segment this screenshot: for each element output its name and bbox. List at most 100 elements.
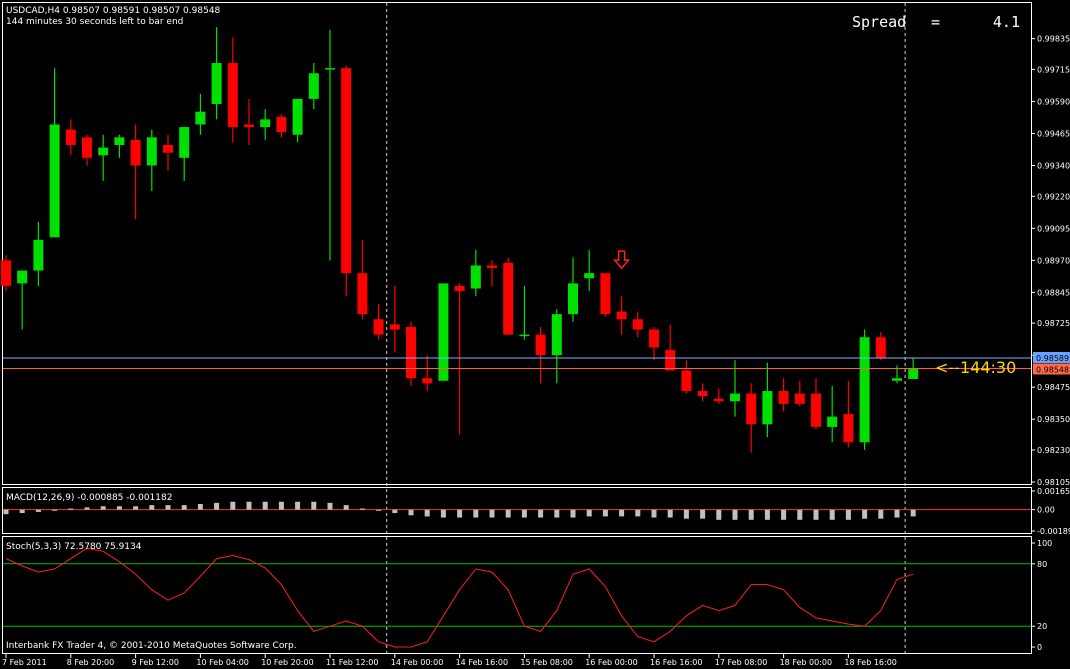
candle-body [697,391,708,397]
macd-bar [813,509,819,520]
macd-bar [359,508,365,510]
candle-body [325,68,335,70]
price-tick-label: 0.99220 [1037,192,1070,201]
macd-bar [343,505,349,510]
time-tick-label: 9 Feb 12:00 [132,658,179,667]
candle-body [811,393,821,427]
candle-body [827,416,838,427]
macd-histogram [3,501,1031,520]
macd-bar [440,509,446,518]
candle-body [487,265,497,269]
stoch-tick-label: 100 [1037,539,1052,548]
candle-body [892,378,902,381]
macd-bar [538,509,544,518]
macd-bar [116,506,122,510]
macd-bar [19,509,25,514]
macd-bar [602,509,608,517]
stoch-tick-label: 0 [1037,643,1042,652]
macd-bar [797,509,803,520]
candle-body [211,63,222,105]
macd-axis: 0.00165 0.00 -0.00189 [1031,487,1070,536]
candle-body [665,350,676,371]
candle-body [681,370,692,392]
candle-body [308,73,319,99]
candle-body [49,124,60,238]
candle-body [649,329,659,348]
stochastic-axis: 100 80 20 0 [1031,539,1052,652]
time-tick-label: 16 Feb 16:00 [650,658,702,667]
macd-bar [295,501,301,510]
macd-bar [392,509,398,514]
candle-body [292,98,303,135]
candle-body [357,273,368,315]
macd-bar [764,509,770,520]
macd-bar [84,507,90,510]
macd-bar [700,509,706,519]
candle-body [535,334,546,356]
ask-price-tag-label: 0.98589 [1036,354,1069,363]
macd-bar [214,502,220,510]
symbol-line: USDCAD,H4 0.98507 0.98591 0.98507 0.9854… [6,6,221,16]
copyright-text: Interbank FX Trader 4, © 2001-2010 MetaQ… [6,641,297,651]
stoch-main-line [5,547,914,648]
price-lines [3,357,1031,369]
macd-tick-label: 0.00 [1037,506,1055,515]
macd-bar [878,509,884,519]
macd-bar [748,509,754,520]
price-tick-label: 0.98230 [1037,446,1070,455]
price-tick-label: 0.99340 [1037,162,1070,171]
time-tick-label: 18 Feb 00:00 [780,658,832,667]
candle-body [843,414,854,443]
macd-bar [489,509,495,518]
candle-body [17,270,28,284]
stoch-tick-label: 20 [1037,622,1047,631]
candle-body [600,273,611,315]
macd-bar [683,509,689,519]
spread-equals: = [931,13,940,31]
candle-body [179,127,190,158]
price-axis: 0.99835 0.99715 0.99590 0.99465 0.99340 0.992… [1031,35,1070,487]
macd-bar [651,509,657,518]
candle-body [33,239,44,271]
macd-bar [424,509,430,517]
price-tick-label: 0.99835 [1037,35,1070,44]
candle-body [730,393,740,402]
candle-body [389,324,400,330]
candle-body [114,137,125,146]
macd-bar [457,509,463,518]
macd-tick-label: -0.00189 [1037,527,1070,536]
price-tick-label: 0.98845 [1037,288,1070,297]
time-tick-label: 7 Feb 2011 [2,658,47,667]
time-tick-label: 15 Feb 08:00 [520,658,572,667]
price-tick-label: 0.99095 [1037,224,1070,233]
countdown-text: 144 minutes 30 seconds left to bar end [6,17,183,27]
time-tick-label: 11 Feb 12:00 [326,658,378,667]
candle-body [422,378,433,384]
macd-bar [52,509,58,511]
macd-bar [68,508,74,510]
candle-body [470,265,481,289]
macd-bar [862,509,868,519]
price-tick-label: 0.98475 [1037,383,1070,392]
time-axis: 7 Feb 2011 8 Feb 20:00 9 Feb 12:00 10 Feb 0… [2,654,897,667]
stoch-label: Stoch(5,3,3) 72.5780 75.9134 [6,542,142,552]
candle-body [519,334,530,337]
candle-body [146,137,157,166]
candle-body [794,393,805,404]
macd-bar [311,501,317,510]
candle-body [130,139,141,166]
macd-bar [149,505,155,510]
macd-bar [521,509,527,518]
macd-bar [246,501,252,510]
main-chart-frame [2,2,1032,485]
macd-bar [473,509,479,518]
macd-bar [165,505,171,510]
candle-body [341,68,352,274]
macd-bar [376,509,382,511]
time-tick-label: 8 Feb 20:00 [67,658,114,667]
candle-body [227,63,238,128]
macd-bar [133,506,139,510]
candle-body [65,129,76,146]
spread-value: 4.1 [993,13,1020,31]
candlestick-series [1,27,919,453]
